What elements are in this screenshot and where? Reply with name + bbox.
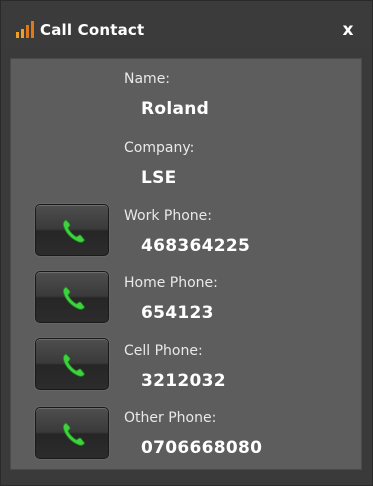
phone-icon	[62, 353, 85, 377]
other-phone-number: 0706668080	[141, 438, 263, 458]
close-button[interactable]: x	[337, 19, 359, 41]
title-bar[interactable]: Call Contact x	[1, 1, 372, 49]
home-phone-label: Home Phone:	[124, 275, 218, 291]
phone-icon	[62, 219, 85, 243]
name-value: Roland	[141, 99, 210, 119]
signal-bars-icon	[16, 21, 34, 38]
call-cell-phone-button[interactable]	[35, 338, 109, 390]
call-work-phone-button[interactable]	[35, 204, 109, 256]
company-value: LSE	[141, 168, 177, 188]
window-title: Call Contact	[40, 21, 145, 39]
call-other-phone-button[interactable]	[35, 407, 109, 459]
company-label: Company:	[124, 140, 195, 156]
call-home-phone-button[interactable]	[35, 271, 109, 323]
name-label: Name:	[124, 71, 171, 87]
phone-icon	[62, 286, 85, 310]
other-phone-label: Other Phone:	[124, 410, 217, 426]
cell-phone-number: 3212032	[141, 371, 226, 391]
contact-panel: Name: Roland Company: LSE Work Phone: 46…	[10, 58, 362, 470]
work-phone-label: Work Phone:	[124, 208, 212, 224]
cell-phone-label: Cell Phone:	[124, 343, 203, 359]
work-phone-number: 468364225	[141, 236, 251, 256]
phone-icon	[62, 422, 85, 446]
home-phone-number: 654123	[141, 303, 214, 323]
call-contact-window: Call Contact x Name: Roland Company: LSE…	[0, 0, 373, 486]
